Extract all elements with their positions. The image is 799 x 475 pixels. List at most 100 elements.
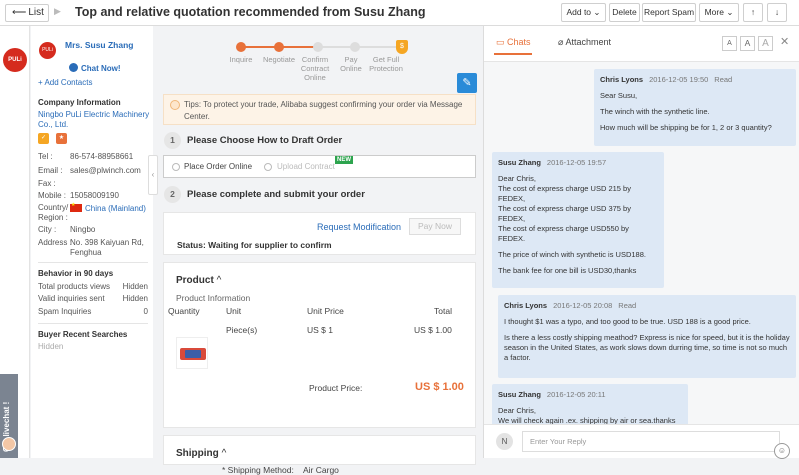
reply-input[interactable]: Enter Your Reply <box>522 431 780 452</box>
collapse-panel-handle[interactable]: ‹ <box>148 155 158 195</box>
radio-upload-contract[interactable] <box>264 163 272 171</box>
next-arrow-button[interactable]: ↓ <box>767 3 787 22</box>
product-total: US $ 1.00 <box>414 325 452 335</box>
company-info-header: Company Information <box>38 98 121 107</box>
message-status: Read <box>618 301 637 310</box>
message-time: 2016-12-05 20:11 <box>546 390 606 399</box>
section-title: Please Choose How to Draft Order <box>187 135 343 146</box>
message-bubble: Susu Zhang 2016-12-05 19:57 Dear Chris, T… <box>492 152 664 288</box>
previous-arrow-button[interactable]: ↑ <box>743 3 763 22</box>
new-badge: NEW <box>335 156 353 164</box>
message-time: 2016-12-05 19:50 <box>649 75 709 84</box>
pencil-icon: ✎ <box>462 77 472 89</box>
info-icon <box>170 100 180 110</box>
radio-place-order[interactable] <box>172 163 180 171</box>
china-flag-icon <box>70 202 82 212</box>
message-sender: Chris Lyons <box>600 75 644 84</box>
font-size-small-button[interactable]: A <box>722 36 737 51</box>
company-logo[interactable]: PULi <box>3 48 27 72</box>
message-text: The bank fee for one bill is USD30,thank… <box>498 266 637 275</box>
paperclip-icon: ⌀ <box>558 37 564 47</box>
emoji-icon[interactable]: ☺ <box>774 443 790 459</box>
message-text: The winch with the synthetic line. <box>600 107 710 116</box>
chat-icon: ▭ <box>496 37 505 47</box>
close-icon[interactable]: ✕ <box>780 35 789 48</box>
step-line <box>320 46 400 48</box>
behavior-value: Hidden <box>122 282 148 291</box>
top-bar: ⟵ List ▶ Top and relative quotation recom… <box>0 0 799 26</box>
option-upload-contract-label[interactable]: Upload Contract <box>277 162 335 171</box>
step-label: Pay Online <box>340 55 362 73</box>
tab-chats[interactable]: ▭ Chats <box>494 37 532 55</box>
chevron-right-icon: ▶ <box>54 6 61 16</box>
user-avatar: N <box>496 433 513 450</box>
contact-name[interactable]: Mrs. Susu Zhang <box>65 40 145 51</box>
font-size-medium-button[interactable]: A <box>740 36 755 51</box>
behavior-value: 0 <box>143 307 148 316</box>
message-sender: Susu Zhang <box>498 158 541 167</box>
chevron-left-icon: ‹ <box>151 170 155 179</box>
delete-button[interactable]: Delete <box>609 3 640 22</box>
shipping-method-label: * Shipping Method: <box>222 465 294 475</box>
arrow-up-icon: ↑ <box>750 7 756 17</box>
add-to-dropdown[interactable]: Add to ⌄ <box>561 3 606 22</box>
chat-panel: ▭ Chats ⌀ Attachment A A A ✕ Chris Lyons… <box>483 26 799 459</box>
step-dot <box>350 42 360 52</box>
option-place-order-label[interactable]: Place Order Online <box>184 162 252 171</box>
add-contacts-link[interactable]: + Add Contacts <box>38 78 92 87</box>
arrow-down-icon: ↓ <box>774 7 780 17</box>
searches-value: Hidden <box>38 342 64 351</box>
chat-messages: Chris Lyons 2016-12-05 19:50 Read Sear Sus… <box>484 62 799 432</box>
fax-label: Fax : <box>38 179 56 188</box>
behavior-label: Valid inquiries sent <box>38 294 105 303</box>
email-value: sales@plwinch.com <box>70 166 141 175</box>
tips-banner: Tips: To protect your trade, Alibaba sug… <box>163 94 476 125</box>
shipping-header[interactable]: Shipping ^ <box>176 448 226 459</box>
pay-now-button[interactable]: Pay Now <box>409 218 461 235</box>
tab-attachment[interactable]: ⌀ Attachment <box>558 37 611 48</box>
behavior-label: Spam Inquiries <box>38 307 92 316</box>
company-name-link[interactable]: Ningbo PuLi Electric Machinery Co., Ltd. <box>38 110 150 130</box>
plus-icon: + <box>38 78 43 87</box>
message-text: Dear Chris, The cost of express charge U… <box>498 174 631 243</box>
chevron-down-icon: ⌄ <box>726 7 734 17</box>
request-modification-link[interactable]: Request Modification <box>317 222 401 232</box>
verified-icon: ★ <box>56 133 67 144</box>
back-to-list-button[interactable]: ⟵ List <box>5 4 49 22</box>
product-info-label: Product Information <box>176 293 251 303</box>
email-label: Email : <box>38 166 63 175</box>
chat-tabs: ▭ Chats ⌀ Attachment A A A ✕ <box>484 26 799 62</box>
message-status: Read <box>714 75 733 84</box>
chat-bubble-icon <box>69 63 78 72</box>
product-thumbnail[interactable] <box>176 337 208 369</box>
shipping-card: Shipping ^ <box>163 435 476 465</box>
livechat-avatar[interactable] <box>2 437 16 451</box>
order-status-card: Request Modification Pay Now Status: Wai… <box>163 212 476 255</box>
message-sender: Susu Zhang <box>498 390 541 399</box>
searches-header: Buyer Recent Searches <box>38 330 128 339</box>
product-price-value: US $ 1.00 <box>415 381 464 393</box>
chat-now-link[interactable]: Chat Now! <box>69 63 121 73</box>
address-value: No. 398 Kaiyuan Rd, Fenghua <box>70 238 144 257</box>
step-label: Confirm Contract Online <box>300 55 330 82</box>
tel-label: Tel : <box>38 152 53 161</box>
more-dropdown[interactable]: More ⌄ <box>699 3 739 22</box>
message-text: Dear Chris, We will check again .ex. shi… <box>498 406 676 425</box>
chevron-up-icon: ^ <box>221 448 227 459</box>
message-text: The price of winch with synthetic is USD… <box>498 250 646 259</box>
col-quantity: Quantity <box>168 306 200 316</box>
country-value[interactable]: China (Mainland) <box>70 202 146 213</box>
gold-supplier-icon: ✓ <box>38 133 49 144</box>
product-unit-price: US $ 1 <box>307 325 333 335</box>
order-main: $ Inquire Negotiate Confirm Contract Onl… <box>160 26 478 475</box>
country-label: Country/ Region : <box>38 203 69 222</box>
progress-steps: $ Inquire Negotiate Confirm Contract Onl… <box>160 26 478 86</box>
product-header[interactable]: Product ^ <box>176 275 221 286</box>
report-spam-button[interactable]: Report Spam <box>642 3 696 22</box>
mobile-label: Mobile : <box>38 191 67 200</box>
edit-feedback-button[interactable]: ✎ <box>457 73 477 93</box>
page-title: Top and relative quotation recommended f… <box>75 5 426 19</box>
chevron-down-icon: ⌄ <box>593 7 601 17</box>
behavior-header: Behavior in 90 days <box>38 269 114 278</box>
font-size-large-button[interactable]: A <box>758 36 773 51</box>
